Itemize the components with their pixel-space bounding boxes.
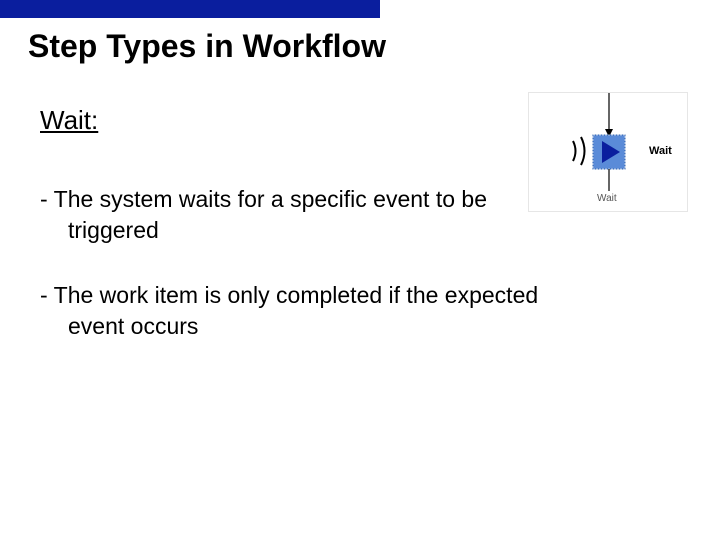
diagram-label: Wait [597,193,617,204]
wait-step-diagram: Wait Wait [528,92,688,212]
bullet-item: - The work item is only completed if the… [40,280,680,342]
page-title: Step Types in Workflow [0,18,720,65]
bullet-dash: - [40,282,54,308]
wave-icon [573,141,576,161]
diagram-label: Wait [649,145,672,157]
wave-icon [581,137,585,165]
bullet-text: The system waits for a specific event to… [54,186,487,212]
header-accent-bar [0,0,380,18]
bullet-dash: - [40,186,54,212]
bullet-text: The work item is only completed if the e… [54,282,539,308]
bullet-text-cont: triggered [40,215,680,246]
bullet-text-cont: event occurs [40,311,680,342]
